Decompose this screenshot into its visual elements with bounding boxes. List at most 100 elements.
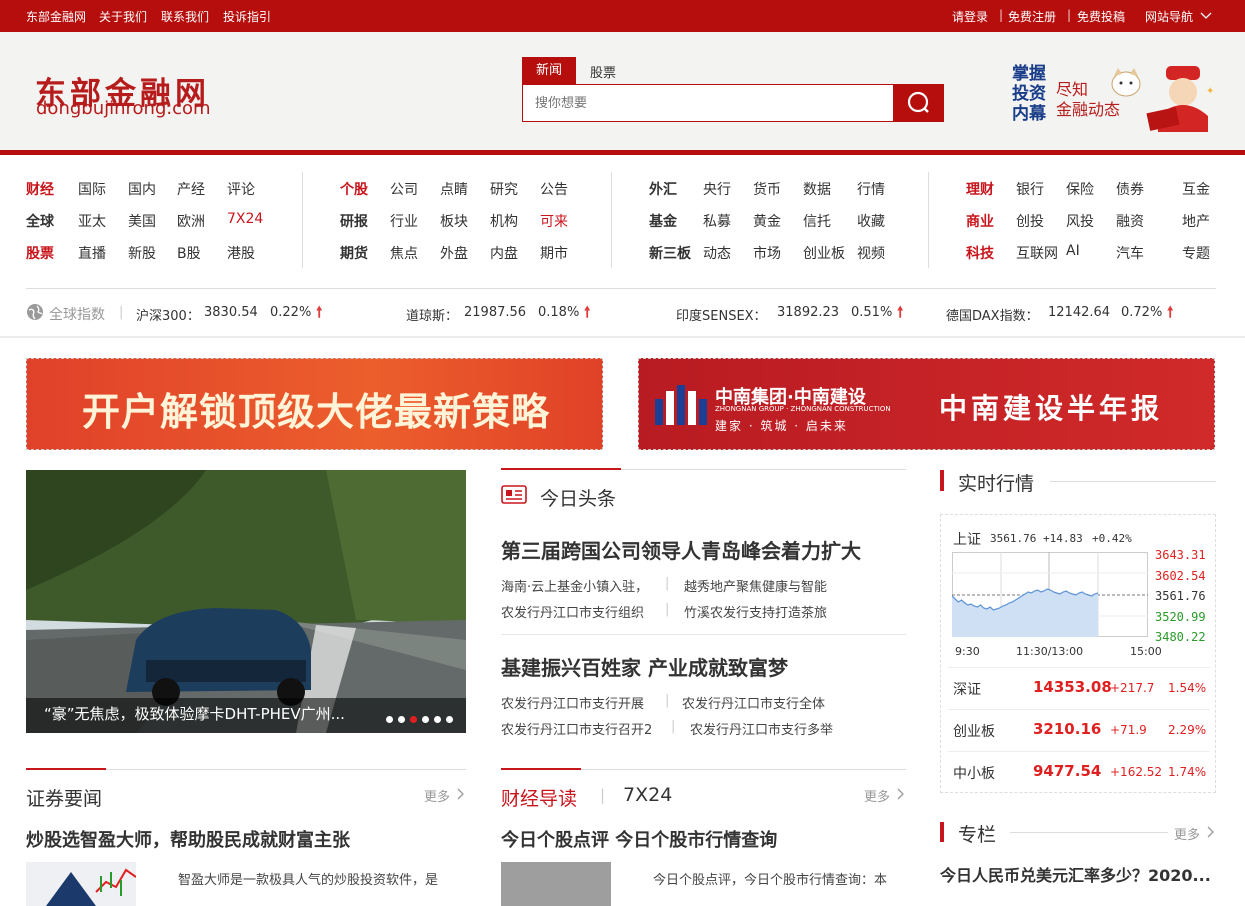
nav-item[interactable]: 公告 (540, 179, 568, 199)
top-link-contact[interactable]: 联系我们 (161, 8, 209, 25)
nav-item[interactable]: 理财 (966, 179, 994, 199)
nav-item[interactable]: 保险 (1066, 179, 1094, 199)
nav-item[interactable]: 公司 (390, 179, 418, 199)
nav-item[interactable]: 外汇 (649, 179, 677, 199)
securities-headline[interactable]: 炒股选智盈大师，帮助股民成就财富主张 (26, 826, 350, 852)
nav-item[interactable]: 国内 (128, 179, 156, 199)
nav-item[interactable]: 央行 (703, 179, 731, 199)
tab-7x24[interactable]: 7X24 (623, 784, 672, 806)
nav-item[interactable]: 汽车 (1116, 243, 1144, 263)
nav-item[interactable]: 互联网 (1016, 243, 1058, 263)
nav-item[interactable]: 外盘 (440, 243, 468, 263)
search-input[interactable] (522, 84, 894, 122)
nav-item[interactable]: 数据 (803, 179, 831, 199)
nav-item[interactable]: 亚太 (78, 211, 106, 231)
article-thumbnail[interactable] (26, 862, 136, 906)
headline-sub[interactable]: 越秀地产聚焦健康与智能 (684, 576, 827, 595)
quote-row-sme[interactable]: 中小板 9477.54 +162.52 1.74% (953, 762, 1213, 783)
nav-item[interactable]: 新三板 (649, 243, 691, 263)
nav-item[interactable]: 黄金 (753, 211, 781, 231)
nav-item[interactable]: 点睛 (440, 179, 468, 199)
guide-headline[interactable]: 今日个股点评 今日个股市行情查询 (501, 826, 777, 852)
nav-item[interactable]: 私募 (703, 211, 731, 231)
nav-item[interactable]: 7X24 (227, 211, 263, 227)
nav-item[interactable]: 行业 (390, 211, 418, 231)
headline-sub[interactable]: 竹溪农发行支持打造茶旅 (684, 602, 827, 621)
nav-item[interactable]: 研究 (490, 179, 518, 199)
nav-item[interactable]: 科技 (966, 243, 994, 263)
slide-dot[interactable] (386, 716, 393, 723)
nav-item[interactable]: 新股 (128, 243, 156, 263)
slide-dot[interactable] (410, 716, 417, 723)
nav-item[interactable]: 板块 (440, 211, 468, 231)
search-button[interactable] (893, 84, 944, 122)
search-tab-stock[interactable]: 股票 (590, 62, 616, 81)
nav-item[interactable]: 欧洲 (177, 211, 205, 231)
nav-item[interactable]: 机构 (490, 211, 518, 231)
nav-item[interactable]: 创业板 (803, 243, 845, 263)
nav-item[interactable]: 动态 (703, 243, 731, 263)
slide-dot[interactable] (398, 716, 405, 723)
headline-sub[interactable]: 海南·云上基金小镇入驻， (501, 576, 648, 595)
contribute-link[interactable]: 免费投稿 (1077, 8, 1125, 25)
headline-sub[interactable]: 农发行丹江口市支行召开2 (501, 719, 652, 738)
headline-sub[interactable]: 农发行丹江口市支行组织 (501, 602, 644, 621)
nav-item[interactable]: 港股 (227, 243, 255, 263)
index-name[interactable]: 德国DAX指数： (946, 305, 1039, 324)
nav-item[interactable]: 内盘 (490, 243, 518, 263)
headline-sub[interactable]: 农发行丹江口市支行全体 (682, 693, 825, 712)
nav-item[interactable]: 商业 (966, 211, 994, 231)
top-link-about[interactable]: 关于我们 (99, 8, 147, 25)
nav-item[interactable]: 产经 (177, 179, 205, 199)
slide-dot[interactable] (446, 716, 453, 723)
intraday-chart[interactable] (952, 552, 1148, 638)
nav-item[interactable]: 研报 (340, 211, 368, 231)
index-name[interactable]: 道琼斯： (406, 305, 458, 324)
site-nav-link[interactable]: 网站导航 (1145, 8, 1193, 25)
more-link[interactable]: 更多 (864, 786, 890, 805)
nav-item[interactable]: 市场 (753, 243, 781, 263)
search-tab-news[interactable]: 新闻 (522, 57, 576, 85)
nav-item[interactable]: 评论 (227, 179, 255, 199)
tab-finance-guide[interactable]: 财经导读 (501, 784, 577, 811)
register-link[interactable]: 免费注册 (1008, 8, 1056, 25)
slide-dot[interactable] (434, 716, 441, 723)
chevron-right-icon[interactable] (1206, 826, 1216, 838)
chevron-down-icon[interactable] (1200, 11, 1212, 21)
headline-sub[interactable]: 农发行丹江口市支行多举 (690, 719, 833, 738)
nav-item[interactable]: 美国 (128, 211, 156, 231)
headline-sub[interactable]: 农发行丹江口市支行开展 (501, 693, 644, 712)
featured-slideshow[interactable]: “豪”无焦虑，极致体验摩卡DHT-PHEV广州... (26, 470, 466, 733)
login-link[interactable]: 请登录 (952, 8, 988, 25)
headline-main-2[interactable]: 基建振兴百姓家 产业成就致富梦 (501, 652, 788, 681)
nav-item[interactable]: 可来 (540, 211, 568, 231)
nav-item[interactable]: 视频 (857, 243, 885, 263)
nav-item[interactable]: 创投 (1016, 211, 1044, 231)
sh-index-label[interactable]: 上证 (953, 529, 981, 549)
index-name[interactable]: 印度SENSEX： (676, 305, 767, 324)
slide-caption[interactable]: “豪”无焦虑，极致体验摩卡DHT-PHEV广州... (44, 703, 345, 724)
nav-item[interactable]: 全球 (26, 211, 54, 231)
index-name[interactable]: 沪深300： (136, 305, 200, 324)
nav-item[interactable]: 信托 (803, 211, 831, 231)
nav-item[interactable]: 直播 (78, 243, 106, 263)
nav-item[interactable]: 行情 (857, 179, 885, 199)
column-headline[interactable]: 今日人民币兑美元汇率多少？2020... (940, 862, 1211, 886)
nav-item[interactable]: 基金 (649, 211, 677, 231)
nav-item[interactable]: 个股 (340, 179, 368, 199)
promo-banner-zhongnan[interactable]: 中南集团·中南建设 ZHONGNAN GROUP · ZHONGNAN CONS… (638, 358, 1215, 450)
nav-item[interactable]: 期货 (340, 243, 368, 263)
promo-banner-account[interactable]: 开户解锁顶级大佬最新策略 (26, 358, 603, 450)
nav-item[interactable]: AI (1066, 243, 1080, 259)
nav-item[interactable]: 风投 (1066, 211, 1094, 231)
slide-dot[interactable] (422, 716, 429, 723)
quote-row-shenzhen[interactable]: 深证 14353.08 +217.7 1.54% (953, 678, 1213, 699)
nav-item[interactable]: 融资 (1116, 211, 1144, 231)
nav-item[interactable]: 货币 (753, 179, 781, 199)
nav-item[interactable]: 股票 (26, 243, 54, 263)
nav-item[interactable]: 财经 (26, 179, 54, 199)
nav-item[interactable]: 银行 (1016, 179, 1044, 199)
headline-main-1[interactable]: 第三届跨国公司领导人青岛峰会着力扩大 (501, 535, 861, 564)
nav-item[interactable]: 收藏 (857, 211, 885, 231)
nav-item[interactable]: 国际 (78, 179, 106, 199)
